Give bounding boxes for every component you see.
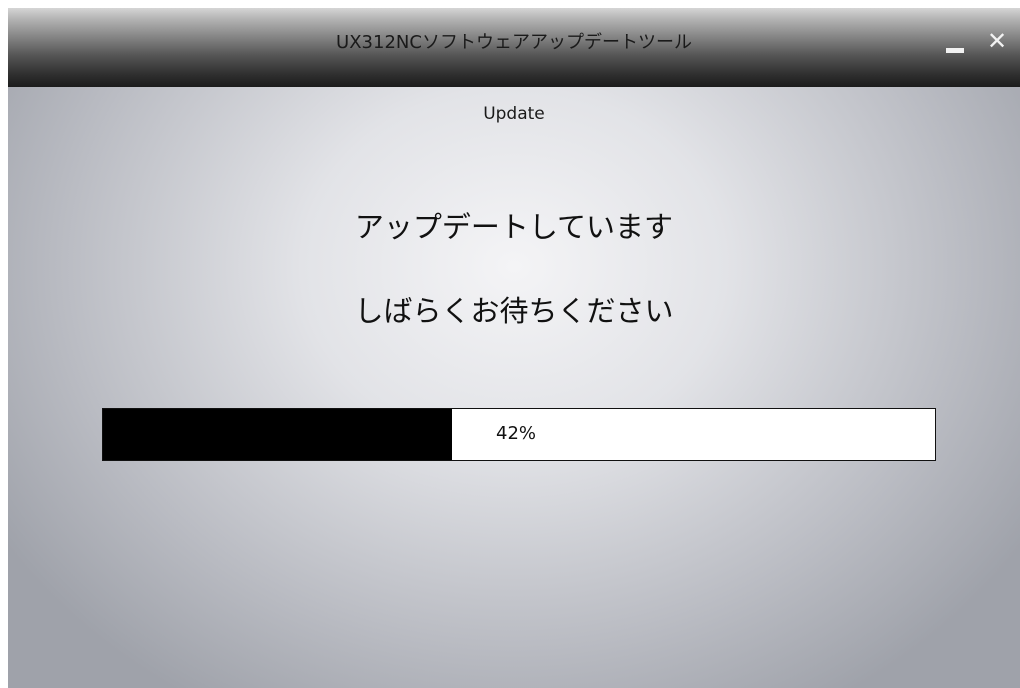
progress-fill bbox=[103, 409, 453, 460]
progress-percentage: 42% bbox=[496, 423, 537, 444]
section-header: Update bbox=[483, 104, 545, 124]
progress-bar: 42% bbox=[102, 408, 936, 461]
minimize-button[interactable] bbox=[942, 32, 968, 58]
close-button[interactable]: ✕ bbox=[984, 27, 1010, 55]
status-message-wait: しばらくお待ちください bbox=[354, 294, 674, 328]
close-icon: ✕ bbox=[986, 27, 1008, 55]
window-title: UX312NCソフトウェアアップデートツール bbox=[336, 32, 692, 53]
minimize-icon bbox=[946, 48, 964, 53]
status-message-updating: アップデートしています bbox=[354, 210, 674, 244]
title-bar[interactable]: UX312NCソフトウェアアップデートツール ✕ bbox=[8, 8, 1020, 87]
updater-window: UX312NCソフトウェアアップデートツール ✕ Update アップデートして… bbox=[8, 8, 1020, 688]
